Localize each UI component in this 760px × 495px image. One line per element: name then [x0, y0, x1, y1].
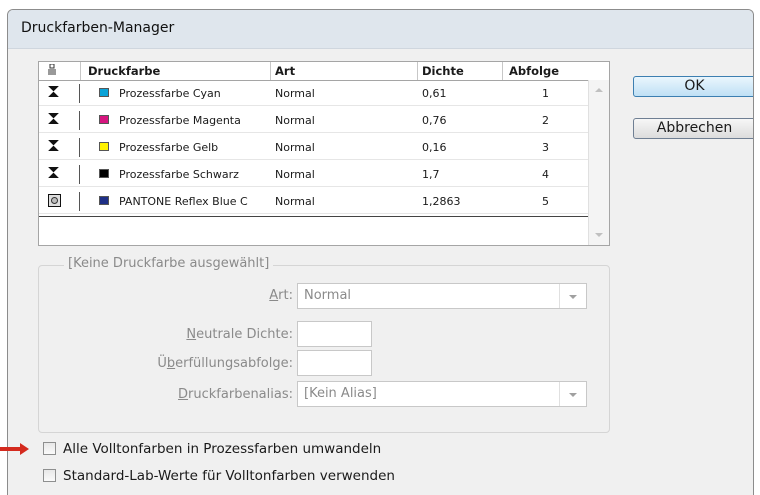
column-header-sequence[interactable]: Abfolge: [509, 64, 559, 78]
trapping-sequence-label: Überfüllungsabfolge:: [157, 356, 293, 371]
ink-density: 0,16: [422, 141, 447, 154]
ink-sequence: 2: [542, 114, 549, 127]
trapping-sequence-input[interactable]: [297, 350, 372, 376]
ink-color-swatch: [99, 196, 109, 205]
type-label: Art:: [269, 288, 293, 303]
convert-spot-checkbox[interactable]: [43, 442, 56, 455]
ink-color-swatch: [99, 169, 109, 178]
spot-icon[interactable]: [48, 194, 61, 207]
ink-type-header-icon[interactable]: [47, 63, 57, 79]
ink-name: Prozessfarbe Gelb: [119, 141, 219, 154]
ink-alias-value: [Kein Alias]: [304, 386, 377, 401]
ink-density: 0,61: [422, 87, 447, 100]
ink-type: Normal: [275, 114, 315, 127]
group-legend: [Keine Druckfarbe ausgewählt]: [64, 256, 274, 271]
standard-lab-checkbox[interactable]: [43, 469, 56, 482]
table-scrollbar[interactable]: [588, 80, 609, 245]
ink-sequence: 3: [542, 141, 549, 154]
ink-name: Prozessfarbe Cyan: [119, 87, 221, 100]
table-row[interactable]: Prozessfarbe Schwarz Normal 1,7 4: [39, 162, 590, 187]
table-header: Druckfarbe Art Dichte Abfolge: [39, 62, 609, 81]
ink-type: Normal: [275, 168, 315, 181]
ink-density: 1,7: [422, 168, 440, 181]
neutral-density-input[interactable]: [297, 321, 372, 347]
ink-color-swatch: [99, 88, 109, 97]
convert-spot-label[interactable]: Alle Volltonfarben in Prozessfarben umwa…: [63, 441, 381, 457]
process-icon[interactable]: [48, 113, 61, 126]
ink-color-swatch: [99, 115, 109, 124]
ink-name: Prozessfarbe Magenta: [119, 114, 241, 127]
standard-lab-label[interactable]: Standard-Lab-Werte für Volltonfarben ver…: [63, 468, 395, 484]
title-bar[interactable]: Druckfarben-Manager: [8, 10, 753, 49]
scroll-up-icon[interactable]: [595, 88, 603, 92]
type-select[interactable]: Normal: [297, 283, 587, 309]
chevron-down-icon[interactable]: [559, 382, 586, 406]
process-icon[interactable]: [48, 167, 61, 180]
ink-alias-label: Druckfarbenalias:: [178, 387, 293, 402]
ink-type: Normal: [275, 141, 315, 154]
ink-table: Druckfarbe Art Dichte Abfolge Prozessfar…: [38, 61, 610, 246]
column-header-type[interactable]: Art: [275, 64, 295, 78]
type-select-value: Normal: [304, 288, 352, 303]
column-header-density[interactable]: Dichte: [422, 64, 464, 78]
table-row[interactable]: PANTONE Reflex Blue C Normal 1,2863 5: [39, 189, 590, 214]
ink-alias-select[interactable]: [Kein Alias]: [297, 381, 587, 407]
column-header-ink[interactable]: Druckfarbe: [88, 64, 160, 78]
annotation-arrow-icon: [0, 443, 29, 455]
neutral-density-label: Neutrale Dichte:: [186, 327, 293, 342]
window-title: Druckfarben-Manager: [21, 20, 175, 36]
table-row[interactable]: Prozessfarbe Gelb Normal 0,16 3: [39, 135, 590, 160]
ink-name: PANTONE Reflex Blue C: [119, 195, 248, 208]
ink-density: 0,76: [422, 114, 447, 127]
ink-name: Prozessfarbe Schwarz: [119, 168, 239, 181]
ink-color-swatch: [99, 142, 109, 151]
ink-type: Normal: [275, 87, 315, 100]
ok-button[interactable]: OK: [633, 76, 753, 97]
ink-type: Normal: [275, 195, 315, 208]
table-row[interactable]: Prozessfarbe Cyan Normal 0,61 1: [39, 81, 590, 106]
process-icon[interactable]: [48, 86, 61, 99]
chevron-down-icon[interactable]: [559, 284, 586, 308]
ink-sequence: 1: [542, 87, 549, 100]
cancel-button[interactable]: Abbrechen: [633, 118, 753, 139]
process-icon[interactable]: [48, 140, 61, 153]
table-row[interactable]: Prozessfarbe Magenta Normal 0,76 2: [39, 108, 590, 133]
ink-sequence: 4: [542, 168, 549, 181]
ink-manager-dialog: Druckfarben-Manager Druckfarbe Art Dicht…: [7, 9, 754, 495]
ink-density: 1,2863: [422, 195, 461, 208]
scroll-down-icon[interactable]: [595, 233, 603, 237]
ink-sequence: 5: [542, 195, 549, 208]
